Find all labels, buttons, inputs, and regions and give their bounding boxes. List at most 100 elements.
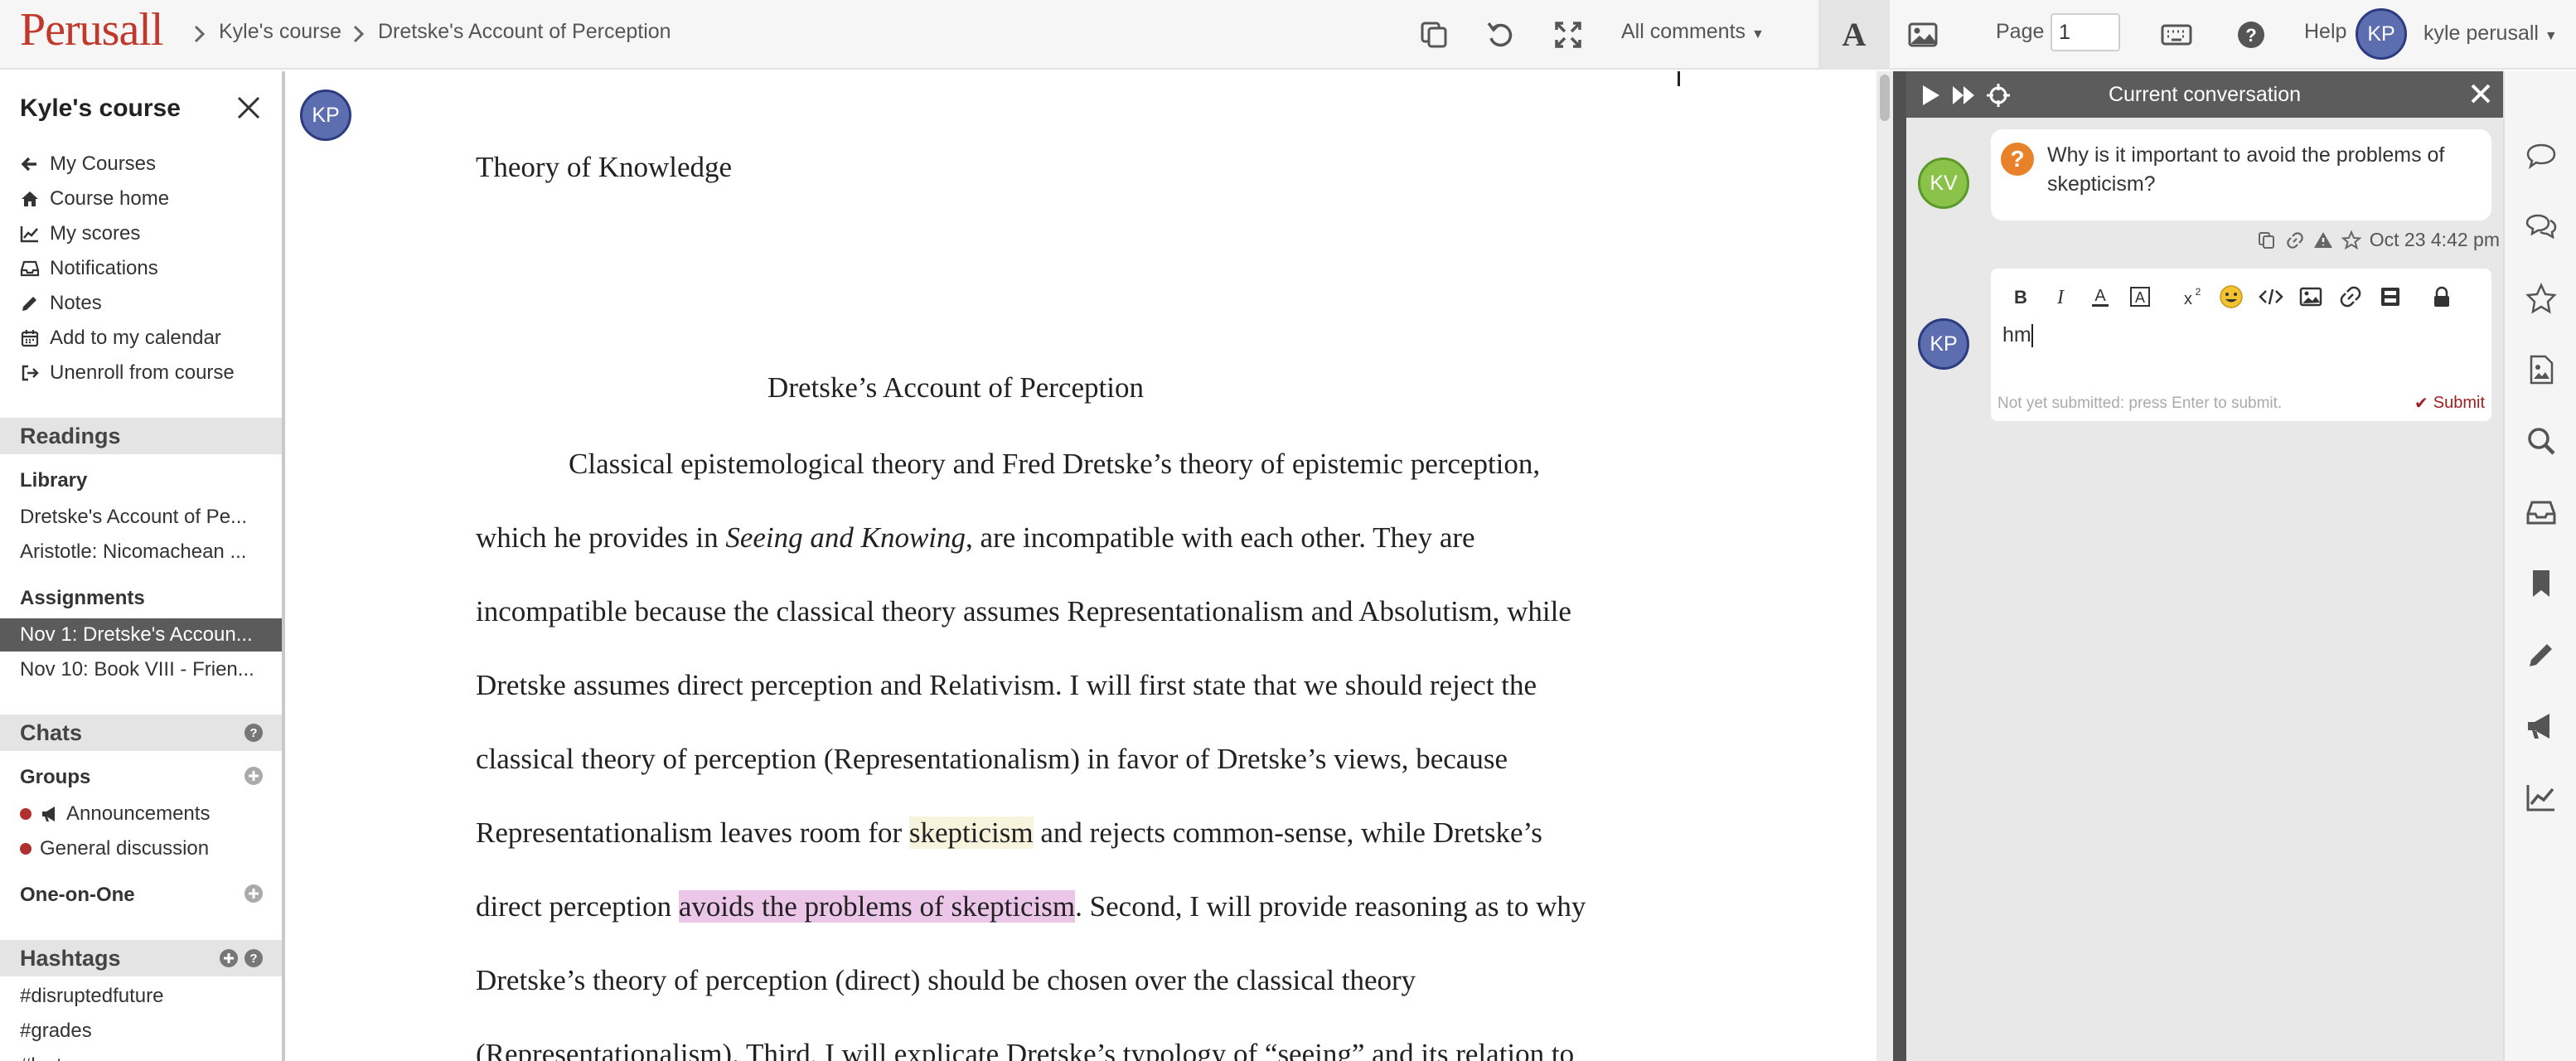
assignment-item-active[interactable]: Nov 1: Dretske's Accoun... (0, 618, 282, 652)
assignments-header: Assignments (20, 587, 145, 609)
menu-notifications[interactable]: Notifications (20, 252, 158, 285)
font-size-button[interactable]: A (1818, 0, 1890, 70)
hashtag-item[interactable]: #disruptedfuture (20, 985, 163, 1008)
conversation-title: Current conversation (2108, 83, 2302, 106)
document-scrollbar[interactable] (1876, 71, 1893, 1061)
star-icon[interactable] (2341, 230, 2361, 250)
close-icon[interactable] (2470, 83, 2491, 104)
superscript-icon[interactable]: x2 (2178, 283, 2205, 310)
document-author-avatar[interactable]: KP (300, 90, 351, 141)
reply-text[interactable]: hm (2002, 323, 2033, 348)
scrollbar-thumb[interactable] (1880, 75, 1890, 121)
help-icon[interactable]: ? (244, 948, 264, 968)
add-group-icon[interactable] (244, 766, 264, 786)
chart-icon[interactable] (2525, 781, 2558, 814)
user-avatar[interactable]: KP (2356, 8, 2407, 60)
right-toolbar (2503, 71, 2576, 1061)
italic-icon[interactable]: I (2047, 283, 2074, 310)
lock-icon[interactable] (2428, 283, 2455, 310)
star-icon[interactable] (2525, 282, 2558, 315)
warning-icon[interactable] (2313, 230, 2333, 250)
help-icon[interactable]: ? (244, 723, 264, 743)
svg-text:A: A (2094, 287, 2106, 305)
comment-timestamp: Oct 23 4:42 pm (2369, 229, 2500, 250)
conversation-panel: Current conversation KV ? Why is it impo… (1906, 71, 2503, 1061)
library-item[interactable]: Aristotle: Nicomachean ... (0, 535, 282, 569)
arrow-left-icon (21, 157, 36, 172)
inbox-icon[interactable] (2525, 496, 2558, 529)
chevron-right-icon (194, 25, 206, 43)
group-item-general[interactable]: General discussion (20, 832, 209, 865)
copy-icon[interactable] (1417, 18, 1450, 51)
code-icon[interactable] (2258, 283, 2284, 310)
highlight-annotation[interactable]: skepticism (908, 816, 1034, 849)
question-icon: ? (2001, 143, 2034, 176)
text-cursor (1678, 71, 1680, 86)
hashtag-item[interactable]: #grades (20, 1020, 92, 1043)
copy-icon[interactable] (2257, 230, 2277, 250)
comment-meta: Oct 23 4:42 pm (2257, 229, 2500, 251)
page-number-input[interactable] (2051, 13, 2120, 51)
menu-my-courses[interactable]: My Courses (20, 148, 156, 181)
svg-text:x: x (2184, 290, 2192, 308)
menu-my-scores[interactable]: My scores (20, 217, 140, 250)
help-label[interactable]: Help (2304, 20, 2346, 44)
reply-editor[interactable]: B I A A x2 hm Not yet submitted: press E… (1991, 269, 2491, 421)
breadcrumb-document[interactable]: Dretske's Account of Perception (378, 20, 671, 44)
keyboard-icon[interactable] (2160, 18, 2193, 51)
link-icon[interactable] (2337, 283, 2364, 310)
calendar-icon (21, 330, 39, 347)
comment-icon[interactable] (2525, 139, 2558, 172)
document-line: classical theory of perception (Represen… (476, 743, 1508, 775)
megaphone-icon[interactable] (2525, 710, 2558, 743)
reply-author-avatar[interactable]: KP (1918, 318, 1969, 370)
conversation-header: Current conversation (1906, 71, 2503, 118)
page-label: Page (1996, 20, 2045, 43)
link-icon[interactable] (2285, 230, 2305, 250)
bookmark-icon[interactable] (2525, 567, 2558, 600)
svg-text:?: ? (2245, 25, 2256, 46)
add-hashtag-icon[interactable] (219, 948, 239, 968)
text-caret (2031, 324, 2033, 348)
assignment-item[interactable]: Nov 10: Book VIII - Frien... (0, 653, 282, 686)
fullscreen-icon[interactable] (1552, 18, 1585, 51)
user-menu[interactable]: kyle perusall ▼ (2423, 22, 2558, 46)
hashtag-item[interactable]: #lecture (20, 1054, 90, 1061)
comments-icon[interactable] (2525, 211, 2558, 244)
svg-text:2: 2 (2196, 286, 2201, 298)
document-line: incompatible because the classical theor… (476, 595, 1571, 627)
undo-icon[interactable] (1484, 18, 1517, 51)
bold-icon[interactable]: B (2007, 283, 2034, 310)
group-item-announcements[interactable]: Announcements (20, 797, 210, 831)
emoji-icon[interactable] (2218, 283, 2244, 310)
highlight-icon[interactable]: A (2127, 283, 2153, 310)
perusall-logo[interactable]: Perusall (20, 3, 163, 56)
panel-resize-handle[interactable] (1893, 71, 1906, 1061)
breadcrumb-course[interactable]: Kyle's course (219, 20, 341, 44)
pencil-icon (22, 297, 36, 311)
add-chat-icon[interactable] (244, 884, 264, 904)
course-sidebar: Kyle's course My Courses Course home My … (0, 71, 285, 1061)
menu-course-home[interactable]: Course home (20, 182, 169, 216)
library-item[interactable]: Dretske's Account of Pe... (0, 501, 282, 534)
document-viewer[interactable]: KP Theory of Knowledge Dretske’s Account… (288, 71, 1876, 1061)
image-icon[interactable] (2298, 283, 2324, 310)
pencil-icon[interactable] (2525, 638, 2558, 671)
close-icon[interactable] (235, 94, 262, 121)
menu-unenroll[interactable]: Unenroll from course (20, 356, 235, 390)
check-icon: ✔ (2414, 395, 2428, 413)
help-icon[interactable]: ? (2235, 18, 2268, 51)
menu-add-calendar[interactable]: Add to my calendar (20, 322, 221, 355)
svg-text:A: A (2135, 289, 2145, 306)
font-color-icon[interactable]: A (2087, 283, 2114, 310)
file-image-icon[interactable] (2525, 353, 2558, 386)
image-icon[interactable] (1906, 18, 1939, 51)
search-icon[interactable] (2525, 424, 2558, 458)
highlight-annotation-active[interactable]: avoids the problems of skepticism (678, 890, 1076, 923)
svg-text:I: I (2056, 287, 2065, 308)
comments-filter-dropdown[interactable]: All comments ▼ (1621, 20, 1765, 44)
video-icon[interactable] (2377, 283, 2404, 310)
menu-notes[interactable]: Notes (20, 287, 102, 320)
question-author-avatar[interactable]: KV (1918, 157, 1969, 209)
submit-button[interactable]: ✔ Submit (2414, 393, 2485, 414)
